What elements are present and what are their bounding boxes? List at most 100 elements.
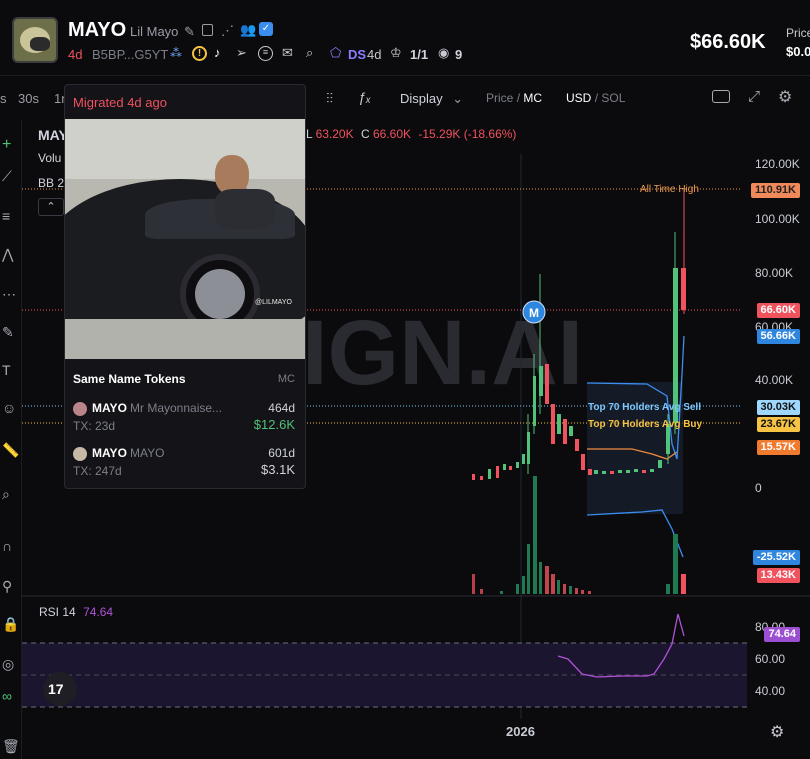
price-mc-toggle[interactable]: Price / MC [486,91,542,105]
token-row-symbol: MAYO [92,446,127,460]
avg-buy-label: Top 70 Holders Avg Buy [588,419,703,430]
people-icon[interactable]: 👥 [240,22,256,38]
menu-icon[interactable]: ≡ [258,46,273,61]
change-value: -15.29K (-18.66%) [418,127,517,141]
share-icon[interactable]: ⋰ [221,23,234,39]
ath-tag: 110.91K [751,183,800,198]
currency-toggle[interactable]: USD / SOL [566,91,625,105]
lock-icon[interactable]: 🔒 [2,616,19,633]
token-address[interactable]: B5BP...G5YT [92,47,168,62]
visibility-icon[interactable]: ◎ [2,656,14,673]
lock-drawing-icon[interactable]: ⚲ [2,578,12,595]
link-icon[interactable]: ∞ [2,688,12,704]
forecast-icon[interactable]: ⋯ [2,286,16,303]
holders-icon[interactable]: ⁂ [170,46,182,60]
bb-lower-tag: -25.52K [752,550,800,565]
y-tick: 80.00K [755,266,794,280]
legend-collapse[interactable]: ⌃ [38,198,64,216]
verified-icon[interactable]: ✓ [259,22,273,36]
drawing-tools-sidebar: + ⟋ ≡ ⋀ ⋯ ✎ T ☺ 📏 ⌕ ∩ ⚲ 🔒 ◎ ∞ 🗑 [0,120,22,759]
token-row-age: 601d [268,446,295,460]
price-tag: 66.60K [756,303,800,318]
text-icon[interactable]: T [2,362,11,378]
rsi-tag: 74.64 [764,627,800,642]
crown-icon[interactable]: ♔ [390,45,402,61]
ds-label: DS [348,47,367,62]
fib-icon[interactable]: ≡ [2,208,10,224]
token-age: 4d [68,47,83,62]
candle-type-icon[interactable]: ⫶⫶ [326,90,333,107]
token-row-mc: $12.6K [253,417,295,432]
price-mc-sep: / [516,91,521,105]
bb-upper-tag: 56.66K [756,329,800,344]
x-axis-2026: 2026 [506,724,535,739]
y-tick: 100.00K [755,212,800,226]
holders-ratio: 1/1 [410,47,429,62]
copy-icon[interactable] [202,24,213,36]
usd-option[interactable]: USD [566,91,591,105]
token-image: @LILMAYO [65,119,305,359]
price-option[interactable]: Price [486,91,513,105]
dexscreener-icon[interactable]: ⬠ [330,45,341,61]
close-value: 66.60K [372,127,412,141]
fullscreen-icon[interactable]: ⤢ [748,88,760,105]
trash-icon[interactable]: 🗑 [2,738,20,755]
zoom-icon[interactable]: ⌕ [2,486,10,503]
crosshair-icon[interactable]: + [2,136,11,154]
bb-mid-tag: 15.57K [756,440,800,455]
trendline-icon[interactable]: ⟋ [2,168,12,185]
low-value: 63.20K [315,127,354,141]
rsi-legend: RSI 14 74.64 [39,605,113,619]
close-key: C [360,127,370,141]
token-row-tx: TX: 247d [73,464,122,478]
chat-icon[interactable]: ✉ [282,45,293,61]
eye-icon[interactable]: ◉ [438,45,449,61]
magnet-icon[interactable]: ∩ [2,538,12,554]
price-label: Price [786,26,810,40]
rsi-label: RSI [39,605,60,619]
bb-lower-line [586,509,684,558]
watchers-count: 9 [455,47,463,62]
pattern-icon[interactable]: ⋀ [2,246,13,263]
interval-30s[interactable]: 30s [18,91,39,106]
camera-icon[interactable] [712,90,730,103]
token-row-name: MAYO [130,446,165,460]
avg-buy-tag: 23.67K [756,417,800,432]
legend-bb: BB 2 [38,176,65,190]
indicators-icon[interactable]: ƒₓ [358,89,371,105]
token-row-tx: TX: 23d [73,419,116,433]
warning-icon[interactable]: ! [192,46,207,61]
ath-label: All Time High [640,184,699,195]
avg-sell-tag: 30.03K [756,400,800,415]
ruler-icon[interactable]: 📏 [2,442,19,459]
rsi-value: 74.64 [83,605,114,619]
legend-volume: Volu [38,151,62,165]
display-label: Display [400,91,443,106]
display-dropdown[interactable]: Display ⌄ [400,91,463,107]
ds-age: 4d [367,47,382,62]
token-thumb [73,402,87,416]
tiktok-icon[interactable]: ♪ [214,45,221,60]
brush-icon[interactable]: ✎ [2,324,14,341]
axis-settings-icon[interactable]: ⚙ [770,722,784,742]
search-icon[interactable]: ⌕ [306,45,313,61]
edit-icon[interactable]: ✎ [184,24,195,40]
avg-sell-label: Top 70 Holders Avg Sell [588,402,701,413]
rsi-period: 14 [62,605,76,619]
market-cap: $66.60K [690,31,766,53]
currency-sep: / [594,91,599,105]
interval-1s[interactable]: s [0,91,7,106]
same-name-mc-header: MC [277,373,295,385]
emoji-icon[interactable]: ☺ [2,400,16,416]
telegram-icon[interactable]: ➢ [236,45,247,61]
token-avatar[interactable] [12,17,58,63]
settings-icon[interactable]: ⚙ [778,87,792,107]
token-row-age: 464d [268,401,295,415]
token-row-name: Mr Mayonnaise... [130,401,223,415]
tradingview-logo-text: 17 [48,681,64,697]
price-value: $0.0 [786,44,810,59]
chevron-down-icon: ⌄ [452,91,464,106]
y-tick: 0 [755,481,762,495]
mc-option[interactable]: MC [523,91,542,105]
sol-option[interactable]: SOL [601,91,625,105]
